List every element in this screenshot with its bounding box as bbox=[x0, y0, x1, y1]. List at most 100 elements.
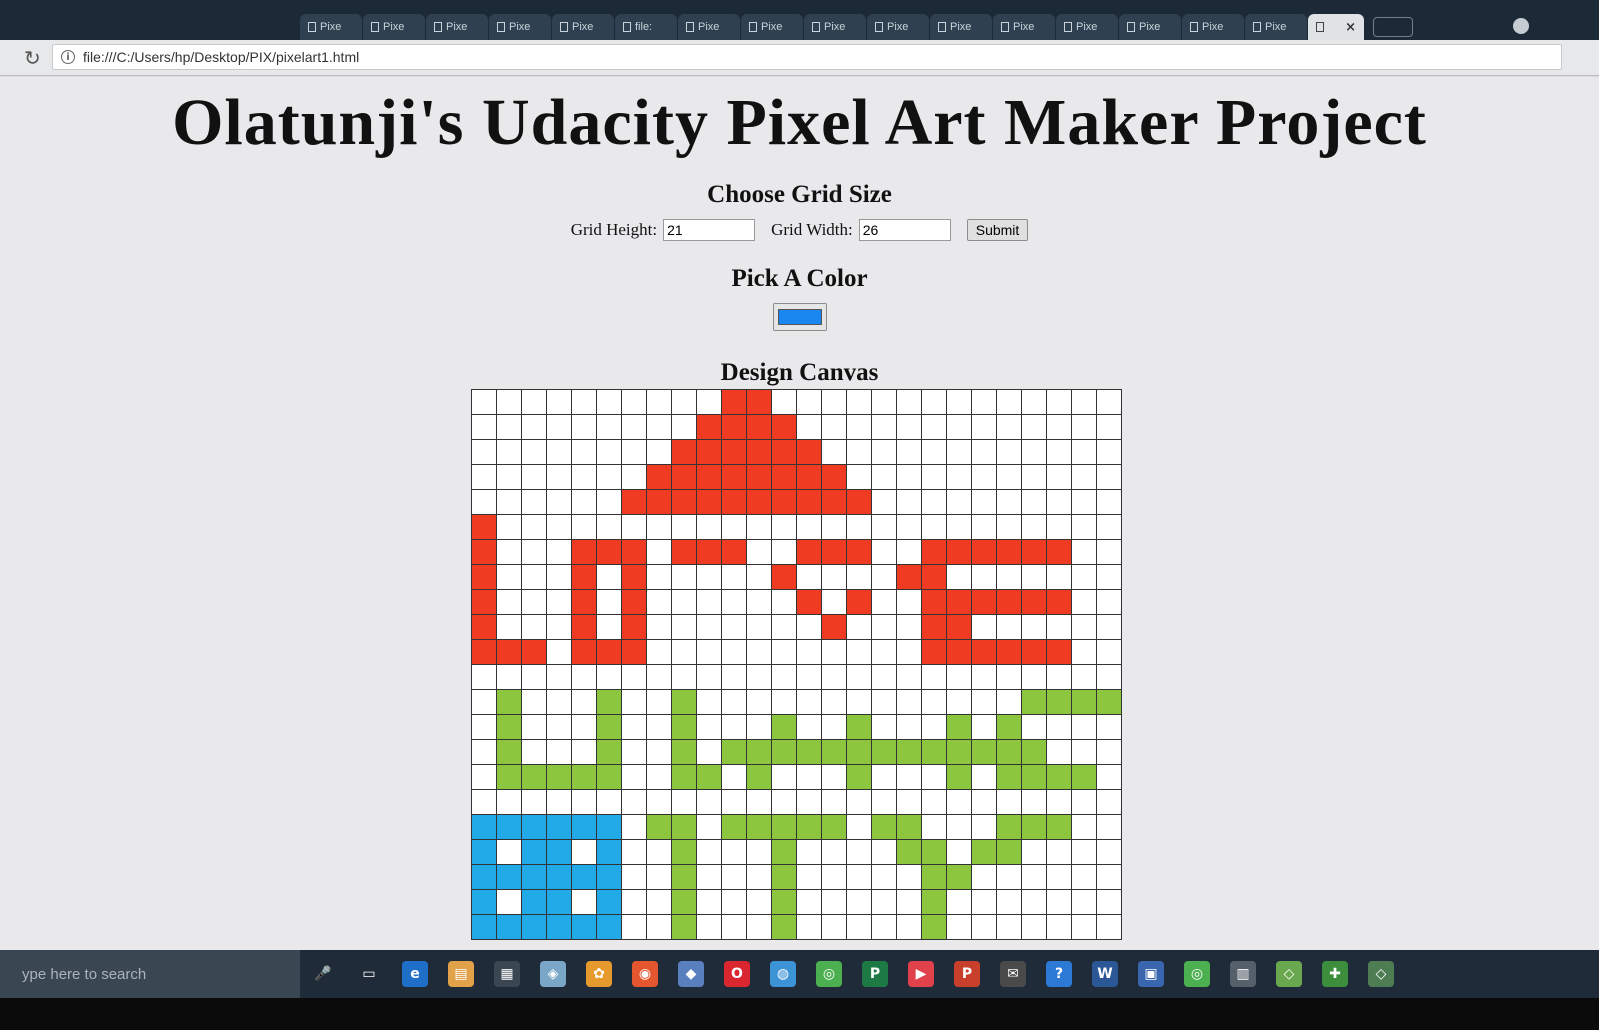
pixel-cell[interactable] bbox=[921, 464, 947, 490]
pixel-cell[interactable] bbox=[746, 789, 772, 815]
pixel-cell[interactable] bbox=[996, 839, 1022, 865]
pixel-cell[interactable] bbox=[796, 739, 822, 765]
pixel-cell[interactable] bbox=[896, 464, 922, 490]
pixel-cell[interactable] bbox=[1021, 714, 1047, 740]
pixel-cell[interactable] bbox=[696, 764, 722, 790]
pixel-cell[interactable] bbox=[821, 664, 847, 690]
pixel-cell[interactable] bbox=[496, 914, 522, 940]
pixel-cell[interactable] bbox=[671, 389, 697, 415]
chrome-icon-2[interactable]: ◎ bbox=[1184, 961, 1210, 987]
pixel-cell[interactable] bbox=[1096, 689, 1122, 715]
pixel-cell[interactable] bbox=[596, 639, 622, 665]
pixel-cell[interactable] bbox=[521, 564, 547, 590]
pixel-cell[interactable] bbox=[696, 914, 722, 940]
pixel-cell[interactable] bbox=[1096, 589, 1122, 615]
pixel-cell[interactable] bbox=[896, 539, 922, 565]
pixel-cell[interactable] bbox=[921, 414, 947, 440]
pixel-cell[interactable] bbox=[746, 514, 772, 540]
pixel-cell[interactable] bbox=[971, 889, 997, 915]
pixel-cell[interactable] bbox=[1046, 839, 1072, 865]
pixel-cell[interactable] bbox=[771, 864, 797, 890]
pixel-cell[interactable] bbox=[821, 389, 847, 415]
pixel-cell[interactable] bbox=[921, 614, 947, 640]
pixel-cell[interactable] bbox=[471, 489, 497, 515]
pixel-cell[interactable] bbox=[621, 664, 647, 690]
pixel-cell[interactable] bbox=[696, 614, 722, 640]
pixel-cell[interactable] bbox=[671, 764, 697, 790]
pixel-cell[interactable] bbox=[771, 439, 797, 465]
pixel-cell[interactable] bbox=[696, 814, 722, 840]
pixel-cell[interactable] bbox=[946, 839, 972, 865]
pixel-cell[interactable] bbox=[721, 414, 747, 440]
pixel-cell[interactable] bbox=[596, 739, 622, 765]
pixel-cell[interactable] bbox=[746, 464, 772, 490]
pixel-cell[interactable] bbox=[521, 764, 547, 790]
pixel-cell[interactable] bbox=[721, 539, 747, 565]
pixel-cell[interactable] bbox=[646, 889, 672, 915]
pixel-cell[interactable] bbox=[571, 564, 597, 590]
pixel-cell[interactable] bbox=[896, 489, 922, 515]
pixel-cell[interactable] bbox=[471, 739, 497, 765]
pixel-cell[interactable] bbox=[771, 814, 797, 840]
pixel-cell[interactable] bbox=[471, 614, 497, 640]
pixel-cell[interactable] bbox=[921, 664, 947, 690]
browser-tab[interactable]: file: bbox=[615, 14, 677, 40]
browser-tab[interactable]: Pixe bbox=[930, 14, 992, 40]
pixel-cell[interactable] bbox=[696, 739, 722, 765]
pixel-cell[interactable] bbox=[921, 514, 947, 540]
pixel-cell[interactable] bbox=[746, 614, 772, 640]
pixel-cell[interactable] bbox=[821, 614, 847, 640]
pixel-cell[interactable] bbox=[996, 539, 1022, 565]
pixel-cell[interactable] bbox=[796, 439, 822, 465]
pixel-cell[interactable] bbox=[996, 564, 1022, 590]
pixel-cell[interactable] bbox=[1071, 564, 1097, 590]
pixel-cell[interactable] bbox=[871, 914, 897, 940]
pixel-cell[interactable] bbox=[596, 514, 622, 540]
pixel-cell[interactable] bbox=[1071, 514, 1097, 540]
pixel-cell[interactable] bbox=[996, 614, 1022, 640]
pixel-cell[interactable] bbox=[1021, 739, 1047, 765]
pixel-cell[interactable] bbox=[646, 814, 672, 840]
pixel-cell[interactable] bbox=[596, 614, 622, 640]
pixel-cell[interactable] bbox=[846, 739, 872, 765]
pixel-cell[interactable] bbox=[521, 539, 547, 565]
pixel-cell[interactable] bbox=[871, 839, 897, 865]
pixel-cell[interactable] bbox=[521, 839, 547, 865]
pixel-cell[interactable] bbox=[1046, 739, 1072, 765]
pixel-cell[interactable] bbox=[871, 639, 897, 665]
pixel-cell[interactable] bbox=[996, 639, 1022, 665]
pixel-cell[interactable] bbox=[821, 864, 847, 890]
pixel-cell[interactable] bbox=[946, 539, 972, 565]
pixel-cell[interactable] bbox=[546, 514, 572, 540]
pixel-cell[interactable] bbox=[746, 689, 772, 715]
browser-tab[interactable]: Pixe bbox=[741, 14, 803, 40]
pixel-cell[interactable] bbox=[896, 889, 922, 915]
pixel-cell[interactable] bbox=[771, 514, 797, 540]
pixel-cell[interactable] bbox=[596, 564, 622, 590]
pixel-cell[interactable] bbox=[496, 489, 522, 515]
pixel-cell[interactable] bbox=[571, 539, 597, 565]
pixel-cell[interactable] bbox=[1046, 714, 1072, 740]
pixel-cell[interactable] bbox=[671, 689, 697, 715]
pixel-cell[interactable] bbox=[971, 414, 997, 440]
app-icon[interactable]: ◈ bbox=[540, 961, 566, 987]
pixel-cell[interactable] bbox=[546, 489, 572, 515]
pixel-cell[interactable] bbox=[1071, 789, 1097, 815]
pixel-cell[interactable] bbox=[621, 839, 647, 865]
pixel-cell[interactable] bbox=[646, 639, 672, 665]
pixel-cell[interactable] bbox=[696, 389, 722, 415]
pixel-cell[interactable] bbox=[621, 414, 647, 440]
active-tab[interactable]: × bbox=[1308, 14, 1364, 40]
pixel-cell[interactable] bbox=[746, 439, 772, 465]
pixel-cell[interactable] bbox=[646, 614, 672, 640]
pixel-cell[interactable] bbox=[596, 789, 622, 815]
pixel-cell[interactable] bbox=[1046, 614, 1072, 640]
pixel-cell[interactable] bbox=[921, 864, 947, 890]
pixel-cell[interactable] bbox=[696, 689, 722, 715]
pixel-cell[interactable] bbox=[1021, 489, 1047, 515]
pixel-cell[interactable] bbox=[946, 814, 972, 840]
store-icon[interactable]: ▦ bbox=[494, 961, 520, 987]
pixel-cell[interactable] bbox=[771, 714, 797, 740]
pixel-cell[interactable] bbox=[521, 739, 547, 765]
pixel-cell[interactable] bbox=[746, 639, 772, 665]
